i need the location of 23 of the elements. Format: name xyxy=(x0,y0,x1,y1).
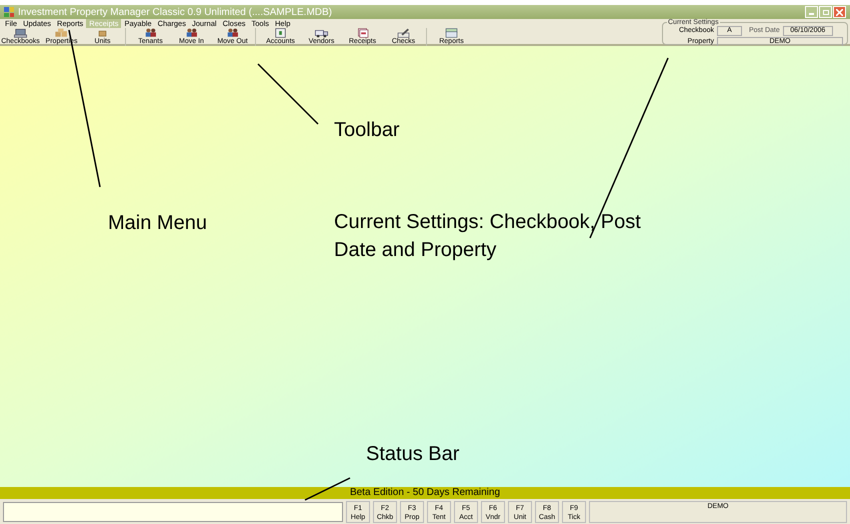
restore-button[interactable] xyxy=(819,6,832,18)
ledger-icon xyxy=(273,28,288,38)
annotation-label: Main Menu xyxy=(108,211,207,235)
minimize-button[interactable] xyxy=(805,6,818,18)
laptop-icon xyxy=(13,28,28,38)
beta-banner: Beta Edition - 50 Days Remaining xyxy=(0,487,850,499)
app-icon xyxy=(4,7,14,17)
close-icon xyxy=(836,8,843,16)
annotation-label: Status Bar xyxy=(366,442,460,466)
pen-icon xyxy=(396,28,411,38)
people-icon xyxy=(225,28,240,38)
truck-icon xyxy=(314,28,329,38)
boxes-icon xyxy=(54,28,69,38)
papers-icon xyxy=(355,28,370,38)
annotation-label: Current Settings: Checkbook, Post Date and Property xyxy=(334,210,642,263)
report-icon xyxy=(444,28,459,38)
annotation-label: Toolbar xyxy=(334,118,400,142)
people-icon xyxy=(184,28,199,38)
leader-line xyxy=(304,477,350,501)
people-icon xyxy=(143,28,158,38)
window-title: Investment Property Manager Classic 0.9 Unlimited (....SAMPLE.MDB) xyxy=(18,6,333,20)
close-button[interactable] xyxy=(833,6,846,18)
leader-line xyxy=(257,63,319,125)
